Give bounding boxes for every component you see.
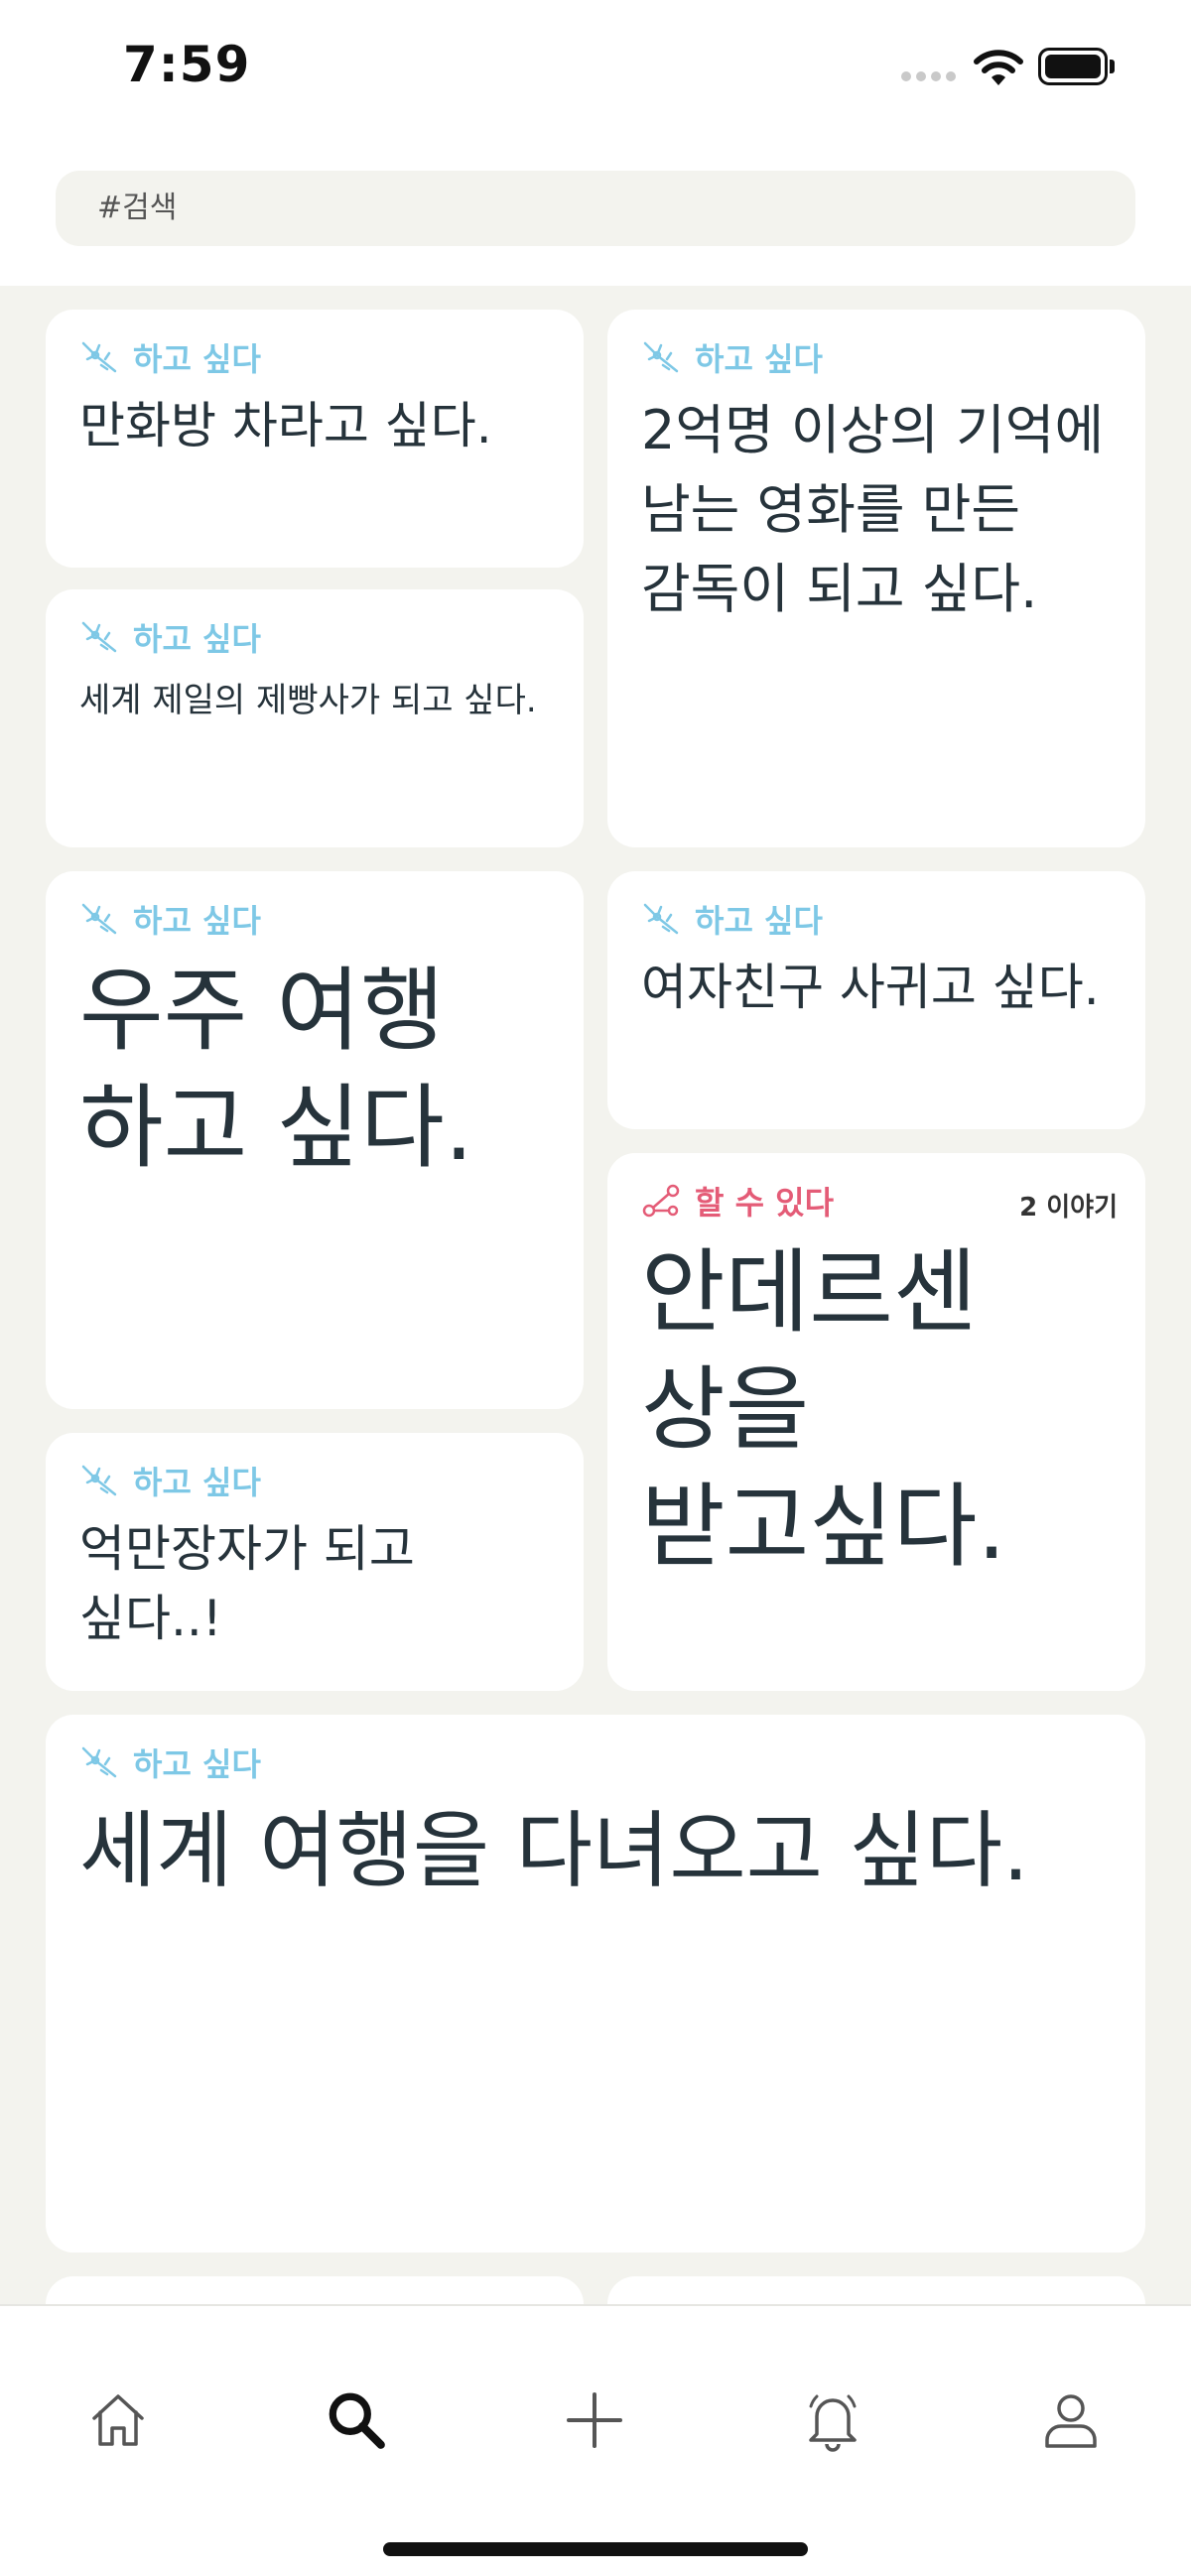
plus-icon [567,2392,622,2448]
wish-tag: 하고 싶다 [79,1463,550,1501]
wish-card[interactable]: 하고 싶다 우주 여행 하고 싶다. [46,871,584,1409]
wish-text: 억만장자가 되고 싶다..! [79,1520,415,1647]
wish-tag: 하고 싶다 [79,339,550,378]
wish-card[interactable]: 하고 싶다 여자친구 사귀고 싶다. [607,871,1145,1129]
home-indicator [383,2542,808,2556]
wish-text: 만화방 차라고 싶다. [79,397,492,454]
wish-text: 세계 여행을 다녀오고 싶다. [79,1802,1029,1899]
home-icon [92,2394,144,2446]
wish-tag-label: 하고 싶다 [133,620,261,658]
shooting-star-icon [81,1746,117,1778]
wish-card[interactable]: 하고 싶다 세계 여행을 다녀오고 싶다. [46,1715,1145,2253]
tab-bar [0,2304,1191,2576]
tab-home[interactable] [73,2376,163,2465]
wish-card[interactable]: 하고 싶다 억만장자가 되고 싶다..! [46,1433,584,1691]
wish-tag: 하고 싶다 [641,901,1112,940]
shooting-star-icon [643,903,679,935]
battery-icon [1038,48,1116,85]
wish-tag-label: 하고 싶다 [695,902,823,940]
wish-tag-label: 하고 싶다 [695,340,823,378]
shooting-star-icon [81,341,117,373]
wish-tag-label: 하고 싶다 [133,1745,261,1783]
wish-text: 우주 여행 하고 싶다. [79,958,474,1181]
search-bar-area: #검색 [0,139,1191,286]
wish-text: 여자친구 사귀고 싶다. [641,959,1100,1016]
story-count: 2 이야기 [1019,1193,1118,1223]
wish-card-partial[interactable] [607,2276,1145,2304]
wish-tag: 하고 싶다 [641,339,1112,378]
wish-tag-label: 하고 싶다 [133,902,261,940]
shooting-star-icon [643,341,679,373]
share-nodes-icon [642,1184,680,1218]
tab-notifications[interactable] [788,2376,877,2465]
wish-tag: 하고 싶다 [79,619,550,658]
status-time: 7:59 [123,36,251,93]
wish-tag: 하고 싶다 [79,901,550,940]
wish-card[interactable]: 하고 싶다 만화방 차라고 싶다. [46,310,584,568]
wish-tag-label: 할 수 있다 [695,1184,835,1222]
wifi-icon [974,50,1023,85]
wish-feed[interactable]: 하고 싶다 만화방 차라고 싶다. 하고 싶다 2억명 이상의 기억에 남는 영… [0,286,1191,2304]
tab-add[interactable] [550,2376,639,2465]
wish-card-partial[interactable] [46,2276,584,2304]
shooting-star-icon [81,621,117,653]
search-icon [329,2392,385,2449]
wish-card[interactable]: 하고 싶다 2억명 이상의 기억에 남는 영화를 만든 감독이 되고 싶다. [607,310,1145,847]
wish-text: 2억명 이상의 기억에 남는 영화를 만든 감독이 되고 싶다. [641,399,1105,620]
wish-tag-label: 하고 싶다 [133,340,261,378]
shooting-star-icon [81,903,117,935]
wish-card[interactable]: 하고 싶다 세계 제일의 제빵사가 되고 싶다. [46,589,584,847]
tab-search[interactable] [312,2376,401,2465]
search-input[interactable]: #검색 [56,171,1135,246]
cellular-signal-icon [901,71,957,83]
shooting-star-icon [81,1465,117,1496]
tab-profile[interactable] [1026,2376,1116,2465]
bell-icon [809,2394,857,2452]
wish-card[interactable]: 할 수 있다 2 이야기 안데르센 상을 받고싶다. [607,1153,1145,1691]
wish-text: 세계 제일의 제빵사가 되고 싶다. [79,681,537,720]
status-bar: 7:59 [0,0,1191,139]
profile-icon [1045,2394,1097,2448]
wish-tag-label: 하고 싶다 [133,1464,261,1501]
wish-text: 안데르센 상을 받고싶다. [641,1239,1006,1580]
wish-tag: 하고 싶다 [79,1744,1112,1783]
